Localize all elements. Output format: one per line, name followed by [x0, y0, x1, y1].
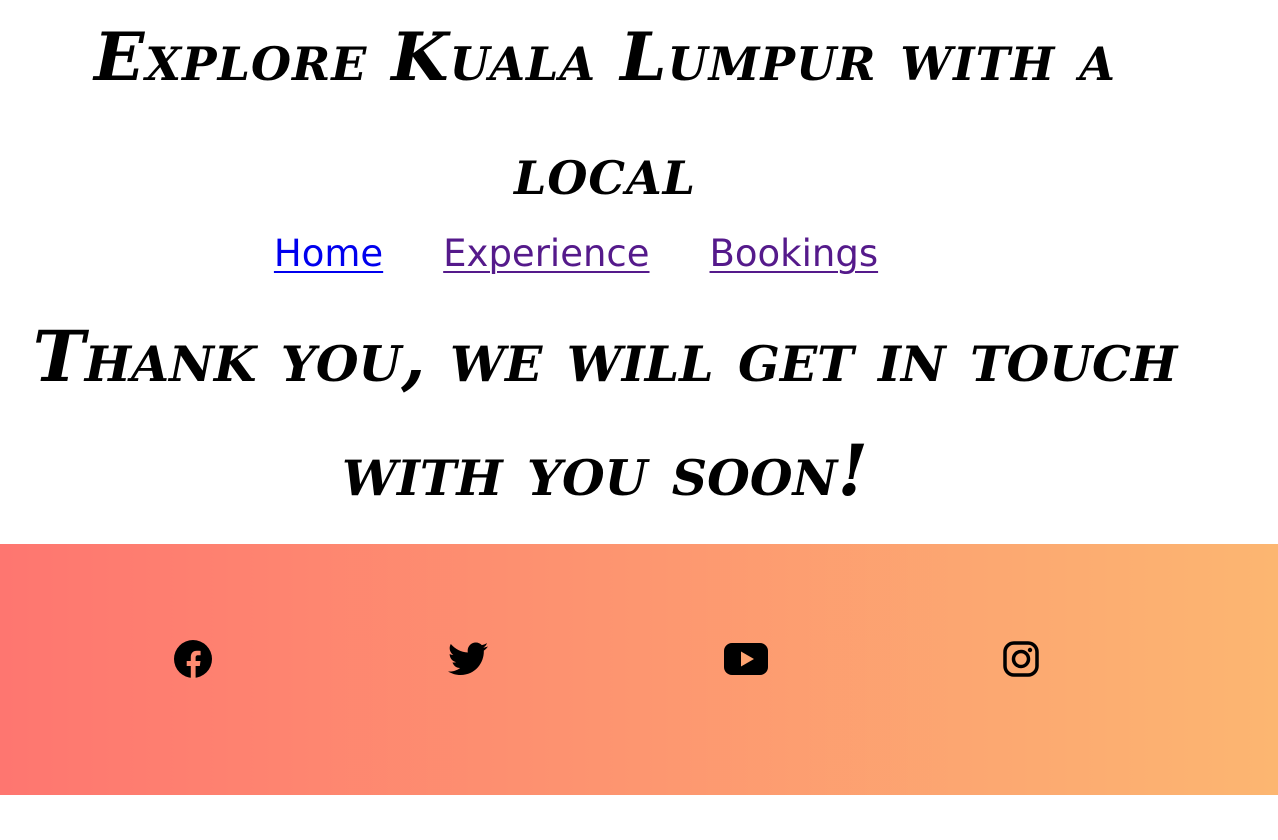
nav-home-link[interactable]: Home — [274, 228, 383, 280]
site-title: Explore Kuala Lumpur with a local — [94, 18, 1116, 210]
page: Explore Kuala Lumpur with a local Home E… — [0, 0, 1278, 840]
twitter-icon — [448, 642, 488, 675]
nav-experience-link[interactable]: Experience — [443, 228, 649, 280]
main-nav: Home Experience Bookings — [0, 228, 1152, 280]
twitter-link[interactable] — [446, 637, 490, 681]
confirmation-message: Thank you, we will get in touch with you… — [32, 315, 1178, 512]
footer — [0, 544, 1278, 795]
youtube-link[interactable] — [724, 637, 768, 681]
instagram-icon — [1003, 641, 1039, 677]
instagram-link[interactable] — [999, 637, 1043, 681]
facebook-icon — [174, 640, 212, 679]
facebook-link[interactable] — [171, 637, 215, 681]
youtube-icon — [724, 643, 768, 675]
nav-bookings-link[interactable]: Bookings — [710, 228, 879, 280]
